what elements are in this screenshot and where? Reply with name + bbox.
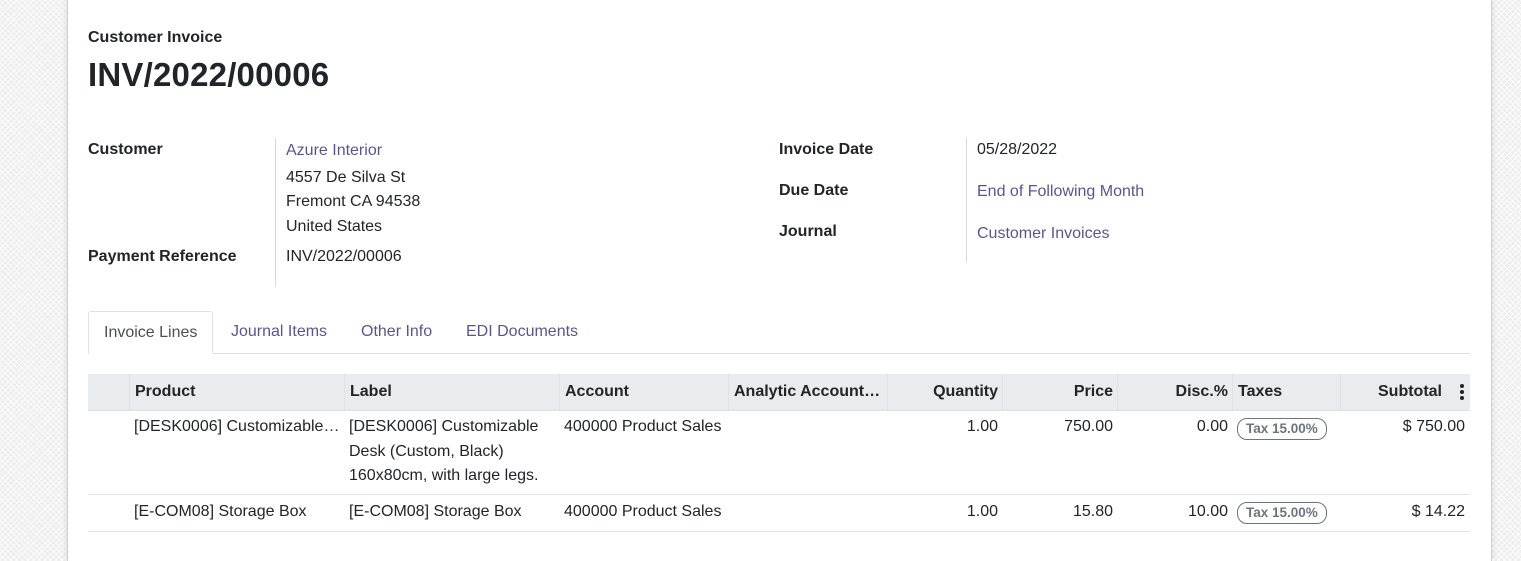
invoice-lines-table: Product Label Account Analytic Account… … bbox=[88, 374, 1470, 532]
column-header-analytic-account[interactable]: Analytic Account… bbox=[728, 374, 888, 411]
tab-journal-items[interactable]: Journal Items bbox=[216, 311, 342, 354]
cell-label[interactable]: [E-COM08] Storage Box bbox=[344, 500, 560, 525]
customer-address-country: United States bbox=[286, 218, 383, 235]
column-header-quantity[interactable]: Quantity bbox=[887, 374, 1003, 411]
table-header: Product Label Account Analytic Account… … bbox=[88, 374, 1470, 411]
column-header-product[interactable]: Product bbox=[129, 374, 345, 411]
cell-subtotal: $ 14.22 bbox=[1411, 503, 1465, 520]
cell-taxes[interactable]: Tax 15.00% bbox=[1232, 501, 1341, 526]
column-header-price[interactable]: Price bbox=[1002, 374, 1118, 411]
due-date-label: Due Date bbox=[779, 182, 849, 199]
column-header-account[interactable]: Account bbox=[559, 374, 729, 411]
column-header-taxes[interactable]: Taxes bbox=[1232, 374, 1341, 411]
cell-taxes[interactable]: Tax 15.00% bbox=[1232, 417, 1341, 442]
optional-columns-kebab-icon[interactable] bbox=[1460, 384, 1464, 400]
cell-discount[interactable]: 0.00 bbox=[1117, 415, 1233, 440]
due-date-field[interactable]: End of Following Month bbox=[977, 183, 1144, 201]
cell-price[interactable]: 750.00 bbox=[1002, 415, 1118, 440]
payment-reference-label: Payment Reference bbox=[88, 248, 237, 265]
invoice-form-sheet: Customer Invoice INV/2022/00006 Customer… bbox=[67, 0, 1492, 561]
customer-address-street: 4557 De Silva St bbox=[286, 169, 406, 186]
table-row[interactable]: [DESK0006] Customizable Desk (Custom, Bl… bbox=[88, 411, 1470, 495]
tab-other-info[interactable]: Other Info bbox=[346, 311, 447, 354]
cell-discount[interactable]: 10.00 bbox=[1117, 500, 1233, 525]
cell-label-line: 160x80cm, with large legs. bbox=[349, 467, 539, 484]
cell-label-line: [DESK0006] Customizable bbox=[349, 418, 539, 435]
invoice-date-label: Invoice Date bbox=[779, 141, 874, 158]
column-header-discount[interactable]: Disc.% bbox=[1117, 374, 1233, 411]
notebook-tabs: Invoice Lines Journal Items Other Info E… bbox=[88, 311, 1470, 354]
column-header-subtotal[interactable]: Subtotal bbox=[1340, 374, 1470, 411]
journal-field[interactable]: Customer Invoices bbox=[977, 225, 1110, 243]
cell-product[interactable]: [DESK0006] Customizable Desk (Custom, Bl… bbox=[129, 415, 345, 440]
cell-quantity[interactable]: 1.00 bbox=[887, 415, 1003, 440]
customer-address-city: Fremont CA 94538 bbox=[286, 193, 421, 210]
customer-label: Customer bbox=[88, 141, 163, 158]
invoice-date-field[interactable]: 05/28/2022 bbox=[977, 141, 1057, 159]
invoice-number-title: INV/2022/00006 bbox=[88, 56, 330, 93]
column-header-label[interactable]: Label bbox=[344, 374, 560, 411]
cell-quantity[interactable]: 1.00 bbox=[887, 500, 1003, 525]
payment-reference-field[interactable]: INV/2022/00006 bbox=[286, 248, 402, 266]
cell-subtotal: $ 750.00 bbox=[1402, 418, 1465, 435]
tax-badge: Tax 15.00% bbox=[1237, 418, 1327, 440]
document-type-label: Customer Invoice bbox=[88, 29, 223, 46]
tab-invoice-lines[interactable]: Invoice Lines bbox=[88, 311, 214, 354]
cell-account[interactable]: 400000 Product Sales bbox=[559, 500, 729, 525]
cell-label[interactable]: [DESK0006] Customizable Desk (Custom, Bl… bbox=[344, 415, 560, 489]
journal-label: Journal bbox=[779, 223, 837, 240]
tab-edi-documents[interactable]: EDI Documents bbox=[451, 311, 593, 354]
field-divider bbox=[966, 138, 967, 262]
tax-badge: Tax 15.00% bbox=[1237, 502, 1327, 524]
cell-account[interactable]: 400000 Product Sales bbox=[559, 415, 729, 440]
table-row[interactable]: [E-COM08] Storage Box [E-COM08] Storage … bbox=[88, 495, 1470, 532]
cell-label-line: Desk (Custom, Black) bbox=[349, 442, 504, 460]
field-divider bbox=[275, 138, 276, 287]
cell-price[interactable]: 15.80 bbox=[1002, 500, 1118, 525]
customer-link[interactable]: Azure Interior bbox=[286, 142, 382, 160]
cell-product[interactable]: [E-COM08] Storage Box bbox=[129, 500, 345, 525]
handle-column-header bbox=[88, 374, 130, 411]
